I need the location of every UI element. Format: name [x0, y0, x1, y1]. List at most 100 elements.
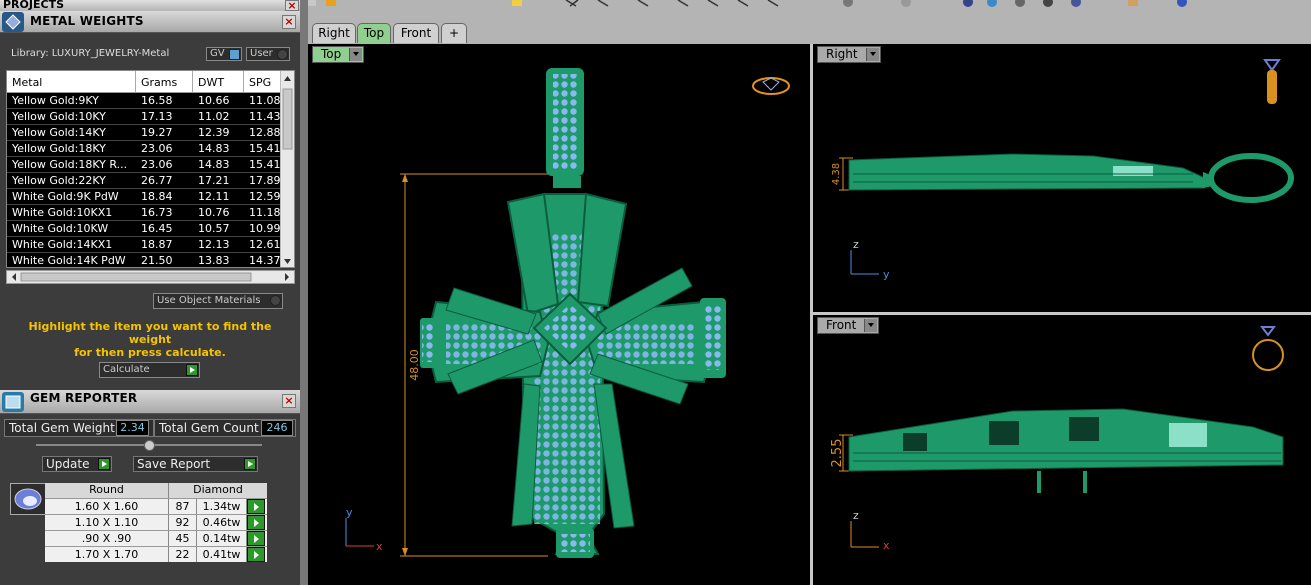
viewport-top-label[interactable]: Top: [312, 46, 365, 63]
col-metal[interactable]: Metal: [7, 71, 136, 92]
table-cell: 10.57: [198, 222, 230, 235]
table-cell: Yellow Gold:9KY: [12, 94, 99, 107]
viewport-top[interactable]: 48.00 y x Top: [308, 44, 810, 585]
table-cell: 14.37: [249, 254, 281, 267]
slider-handle-icon[interactable]: [144, 440, 155, 451]
viewport-front[interactable]: 2.55 z x Front: [813, 315, 1311, 585]
col-dwt[interactable]: DWT: [193, 71, 244, 92]
table-cell: 11.08: [249, 94, 281, 107]
top-axis-x: x: [376, 540, 383, 553]
gv-toggle-icon: [229, 49, 240, 60]
table-cell: 15.41: [249, 158, 281, 171]
gem-reporter-close-button[interactable]: ×: [282, 394, 296, 408]
save-report-button[interactable]: Save Report: [133, 456, 258, 472]
metal-weights-header: METAL WEIGHTS ×: [0, 11, 300, 33]
tab-top[interactable]: Top: [357, 23, 391, 43]
metal-table-hscroll[interactable]: [6, 270, 295, 284]
right-dimension-label: 4.38: [831, 163, 842, 185]
viewport-right-label[interactable]: Right: [817, 46, 881, 63]
table-cell: 14.83: [198, 142, 230, 155]
tab-right[interactable]: Right: [312, 23, 356, 43]
gem-cell: 92: [169, 515, 197, 530]
table-cell: 12.88: [249, 126, 281, 139]
table-cell: Yellow Gold:14KY: [12, 126, 106, 139]
table-cell: Yellow Gold:10KY: [12, 110, 106, 123]
table-cell: 14.83: [198, 158, 230, 171]
table-cell: 16.73: [141, 206, 173, 219]
gem-row-select-button[interactable]: [247, 531, 265, 546]
table-row[interactable]: Yellow Gold:18KY R... 23.06 14.83 15.41: [7, 157, 294, 173]
table-row[interactable]: Yellow Gold:18KY 23.06 14.83 15.41: [7, 141, 294, 157]
col-diamond: Diamond: [193, 483, 243, 496]
add-tab-button[interactable]: +: [441, 23, 467, 43]
table-cell: 17.89: [249, 174, 281, 187]
table-cell: 12.39: [198, 126, 230, 139]
play-icon: [186, 364, 198, 376]
table-row[interactable]: White Gold:10KX1 16.73 10.76 11.18: [7, 205, 294, 221]
metal-table-vscroll[interactable]: [280, 71, 294, 267]
chevron-down-icon[interactable]: [865, 48, 879, 61]
front-axis-x: x: [883, 539, 890, 552]
table-cell: 10.66: [198, 94, 230, 107]
view-cube-icon[interactable]: [752, 77, 790, 95]
table-row[interactable]: White Gold:9K PdW 18.84 12.11 12.59: [7, 189, 294, 205]
table-cell: 10.76: [198, 206, 230, 219]
table-cell: 16.45: [141, 222, 173, 235]
ring-front-icon[interactable]: [1252, 326, 1284, 371]
table-row[interactable]: Yellow Gold:22KY 26.77 17.21 17.89: [7, 173, 294, 189]
use-object-materials-toggle[interactable]: Use Object Materials: [153, 293, 283, 309]
gv-toggle[interactable]: GV: [206, 47, 242, 61]
metal-weights-close-button[interactable]: ×: [282, 15, 296, 29]
gem-row-select-button[interactable]: [247, 499, 265, 514]
table-row[interactable]: White Gold:10KW 16.45 10.57 10.99: [7, 221, 294, 237]
calculate-button[interactable]: Calculate: [99, 362, 200, 378]
left-panel: PROJECTS × METAL WEIGHTS × Library: LUXU…: [0, 0, 300, 585]
gem-table: Round Diamond 1.60 X 1.60 87 1.34tw 1.10 X …: [45, 483, 267, 562]
gem-table-body: 1.60 X 1.60 87 1.34tw 1.10 X 1.10 92 0.46tw .9…: [45, 498, 267, 562]
user-toggle-icon: [277, 49, 288, 60]
table-row[interactable]: White Gold:14K PdW 21.50 13.83 14.37: [7, 253, 294, 267]
right-view-canvas[interactable]: 4.38 z y: [813, 44, 1311, 312]
update-button[interactable]: Update: [42, 456, 112, 472]
ring-view-icon[interactable]: [1263, 59, 1281, 104]
table-cell: 11.18: [249, 206, 281, 219]
col-spg[interactable]: SPG: [244, 71, 281, 92]
gem-cell: 87: [169, 499, 197, 514]
table-cell: 12.61: [249, 238, 281, 251]
gem-row-select-button[interactable]: [247, 547, 265, 562]
metal-table-body: Yellow Gold:9KY 16.58 10.66 11.08 Yellow Gol…: [7, 93, 294, 267]
table-row[interactable]: Yellow Gold:14KY 19.27 12.39 12.88: [7, 125, 294, 141]
round-gem-icon: [10, 483, 46, 515]
chevron-down-icon[interactable]: [349, 48, 363, 61]
col-grams[interactable]: Grams: [136, 71, 193, 92]
projects-header: PROJECTS: [0, 0, 300, 11]
table-cell: Yellow Gold:22KY: [12, 174, 106, 187]
panel-splitter[interactable]: [300, 0, 308, 585]
toolbar-icons: [308, 0, 1187, 7]
front-dimension-label: 2.55: [830, 439, 845, 468]
front-axis-z: z: [853, 509, 859, 522]
viewport-front-label[interactable]: Front: [817, 317, 880, 334]
projects-close-button[interactable]: ×: [285, 0, 299, 11]
gem-row-select-button[interactable]: [247, 515, 265, 530]
chevron-down-icon[interactable]: [864, 319, 878, 332]
gem-reporter-header: GEM REPORTER ×: [0, 390, 300, 414]
gem-reporter-title: GEM REPORTER: [30, 391, 138, 405]
front-view-canvas[interactable]: 2.55 z x: [813, 315, 1311, 585]
table-cell: 23.06: [141, 142, 173, 155]
metal-weights-title: METAL WEIGHTS: [30, 14, 144, 28]
tab-front[interactable]: Front: [393, 23, 439, 43]
table-cell: Yellow Gold:18KY: [12, 142, 106, 155]
library-label: Library: LUXURY_JEWELRY-Metal: [11, 48, 170, 59]
viewport-right[interactable]: 4.38 z y Right: [813, 44, 1311, 312]
top-view-canvas[interactable]: 48.00 y x: [308, 44, 810, 585]
table-cell: 13.83: [198, 254, 230, 267]
table-cell: 23.06: [141, 158, 173, 171]
table-row[interactable]: Yellow Gold:9KY 16.58 10.66 11.08: [7, 93, 294, 109]
user-toggle[interactable]: User: [246, 47, 290, 61]
table-cell: 12.11: [198, 190, 230, 203]
gem-cell: 0.41tw: [197, 547, 247, 562]
table-row[interactable]: White Gold:14KX1 18.87 12.13 12.61: [7, 237, 294, 253]
right-axis-y: y: [883, 268, 890, 281]
table-row[interactable]: Yellow Gold:10KY 17.13 11.02 11.43: [7, 109, 294, 125]
